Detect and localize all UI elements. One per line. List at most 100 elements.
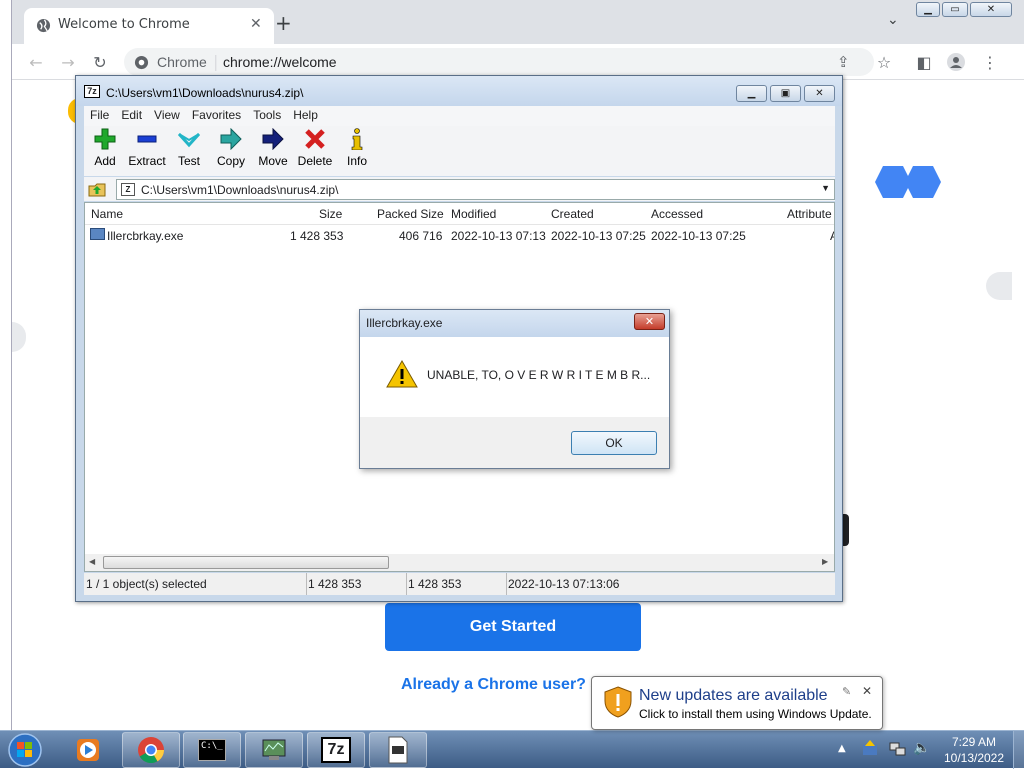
col-size[interactable]: Size bbox=[319, 207, 342, 221]
start-button-icon[interactable] bbox=[6, 732, 44, 768]
extract-minus-icon bbox=[126, 128, 168, 150]
sevenzip-logo-icon: 7z bbox=[84, 85, 100, 98]
test-button[interactable]: Test bbox=[168, 128, 210, 168]
col-name[interactable]: Name bbox=[91, 207, 123, 221]
dialog-message: UNABLE, TO, O V E R W R I T E M B R... bbox=[427, 368, 651, 382]
omnibox-divider: | bbox=[213, 52, 219, 71]
test-check-icon bbox=[168, 128, 210, 150]
col-attributes[interactable]: Attribute bbox=[787, 207, 832, 221]
notification-close-icon[interactable]: ✕ bbox=[862, 684, 872, 698]
forward-icon[interactable]: → bbox=[54, 48, 82, 76]
add-plus-icon bbox=[84, 128, 126, 150]
close-button[interactable]: ✕ bbox=[970, 2, 1012, 17]
sevenzip-title: C:\Users\vm1\Downloads\nurus4.zip\ bbox=[106, 86, 304, 100]
col-modified[interactable]: Modified bbox=[451, 207, 496, 221]
scroll-left-icon[interactable]: ◀ bbox=[89, 557, 95, 566]
show-desktop-button[interactable] bbox=[1013, 731, 1024, 769]
update-notification[interactable]: New updates are available Click to insta… bbox=[591, 676, 883, 730]
cell-name: Illercbrkay.exe bbox=[107, 229, 184, 243]
folder-up-icon[interactable] bbox=[88, 180, 106, 198]
warning-icon bbox=[386, 360, 418, 388]
dialog-body: UNABLE, TO, O V E R W R I T E M B R... bbox=[360, 337, 669, 417]
status-selected: 1 / 1 object(s) selected bbox=[86, 577, 207, 591]
status-size: 1 428 353 bbox=[308, 577, 362, 591]
decor-blue-hexagons bbox=[875, 166, 949, 198]
tab-welcome[interactable]: Welcome to Chrome ✕ bbox=[24, 8, 274, 44]
menu-kebab-icon[interactable]: ⋮ bbox=[976, 48, 1004, 76]
clock[interactable]: 7:29 AM 10/13/2022 bbox=[938, 734, 1010, 766]
extract-button[interactable]: Extract bbox=[126, 128, 168, 168]
menu-tools[interactable]: Tools bbox=[247, 106, 287, 124]
sevenzip-minimize-button[interactable]: ▁ bbox=[736, 85, 767, 102]
address-text: C:\Users\vm1\Downloads\nurus4.zip\ bbox=[141, 183, 339, 197]
status-divider bbox=[306, 573, 307, 595]
tray-volume-icon[interactable]: 🔈 bbox=[913, 740, 930, 756]
horizontal-scrollbar[interactable]: ◀ ▶ bbox=[85, 554, 834, 571]
table-row[interactable]: Illercbrkay.exe 1 428 353 406 716 2022-1… bbox=[85, 225, 834, 245]
scroll-thumb[interactable] bbox=[103, 556, 389, 569]
omnibox[interactable]: Chrome | chrome://welcome ⇪ bbox=[124, 48, 874, 76]
delete-button[interactable]: Delete bbox=[294, 128, 336, 168]
bookmark-star-icon[interactable]: ☆ bbox=[870, 48, 898, 76]
col-packed[interactable]: Packed Size bbox=[377, 207, 444, 221]
new-tab-icon[interactable]: + bbox=[275, 11, 292, 35]
maximize-button[interactable]: ▭ bbox=[942, 2, 968, 17]
network-monitor-icon bbox=[262, 739, 286, 760]
copy-button[interactable]: Copy bbox=[210, 128, 252, 168]
tray-network-icon[interactable] bbox=[889, 740, 907, 758]
menu-favorites[interactable]: Favorites bbox=[186, 106, 247, 124]
dropdown-arrow-icon[interactable]: ▼ bbox=[821, 183, 830, 193]
dialog-close-button[interactable]: ✕ bbox=[634, 313, 665, 330]
menu-help[interactable]: Help bbox=[287, 106, 324, 124]
tray-update-icon[interactable] bbox=[861, 739, 879, 757]
taskbar-cmd[interactable]: C:\_ bbox=[183, 732, 241, 768]
taskbar-file[interactable] bbox=[369, 732, 427, 768]
clock-date: 10/13/2022 bbox=[943, 751, 1005, 765]
side-panel-icon[interactable]: ◧ bbox=[910, 48, 938, 76]
copy-arrow-icon bbox=[210, 128, 252, 150]
site-chip: Chrome bbox=[157, 54, 207, 70]
taskbar-7zip[interactable]: 7z bbox=[307, 732, 365, 768]
menu-edit[interactable]: Edit bbox=[115, 106, 148, 124]
info-button[interactable]: Info bbox=[336, 128, 378, 168]
sevenzip-maximize-button[interactable]: ▣ bbox=[770, 85, 801, 102]
options-wrench-icon[interactable]: ✎ bbox=[842, 685, 851, 698]
info-i-icon bbox=[336, 128, 378, 150]
sevenzip-close-button[interactable]: ✕ bbox=[804, 85, 835, 102]
chrome-icon bbox=[138, 737, 165, 764]
address-input[interactable]: Z C:\Users\vm1\Downloads\nurus4.zip\ ▼ bbox=[116, 179, 835, 200]
share-icon[interactable]: ⇪ bbox=[837, 53, 850, 71]
menu-view[interactable]: View bbox=[148, 106, 186, 124]
media-player-icon[interactable] bbox=[74, 736, 102, 764]
back-icon[interactable]: ← bbox=[22, 48, 50, 76]
tab-search-icon[interactable]: ⌄ bbox=[887, 12, 899, 28]
minimize-button[interactable]: ▁ bbox=[916, 2, 940, 17]
taskbar-network[interactable] bbox=[245, 732, 303, 768]
ok-button[interactable]: OK bbox=[571, 431, 657, 455]
get-started-button[interactable]: Get Started bbox=[385, 603, 641, 651]
decor-grey-shape-left bbox=[12, 322, 26, 352]
document-icon bbox=[388, 736, 408, 764]
menu-file[interactable]: File bbox=[84, 106, 115, 124]
move-arrow-icon bbox=[252, 128, 294, 150]
taskbar-chrome[interactable] bbox=[122, 732, 180, 768]
add-button[interactable]: Add bbox=[84, 128, 126, 168]
reload-icon[interactable]: ↻ bbox=[86, 48, 114, 76]
move-button[interactable]: Move bbox=[252, 128, 294, 168]
profile-avatar-icon[interactable] bbox=[942, 48, 970, 76]
tab-title: Welcome to Chrome bbox=[58, 17, 190, 32]
status-bar: 1 / 1 object(s) selected 1 428 353 1 428… bbox=[84, 573, 835, 595]
cmd-icon: C:\_ bbox=[198, 739, 226, 761]
scroll-right-icon[interactable]: ▶ bbox=[822, 557, 828, 566]
notification-title: New updates are available bbox=[639, 687, 828, 704]
chrome-logo-icon bbox=[134, 55, 149, 70]
tray-expand-icon[interactable]: ▲ bbox=[838, 743, 846, 754]
sevenzip-taskbar-icon: 7z bbox=[321, 737, 351, 763]
error-dialog: Illercbrkay.exe ✕ UNABLE, TO, O V E R W … bbox=[359, 309, 670, 469]
decor-dark-shape bbox=[842, 514, 849, 546]
col-created[interactable]: Created bbox=[551, 207, 594, 221]
col-accessed[interactable]: Accessed bbox=[651, 207, 703, 221]
sign-in-link[interactable]: Already a Chrome user? Si bbox=[401, 676, 601, 694]
sevenzip-menubar: File Edit View Favorites Tools Help bbox=[84, 106, 835, 126]
tab-close-icon[interactable]: ✕ bbox=[250, 16, 262, 32]
